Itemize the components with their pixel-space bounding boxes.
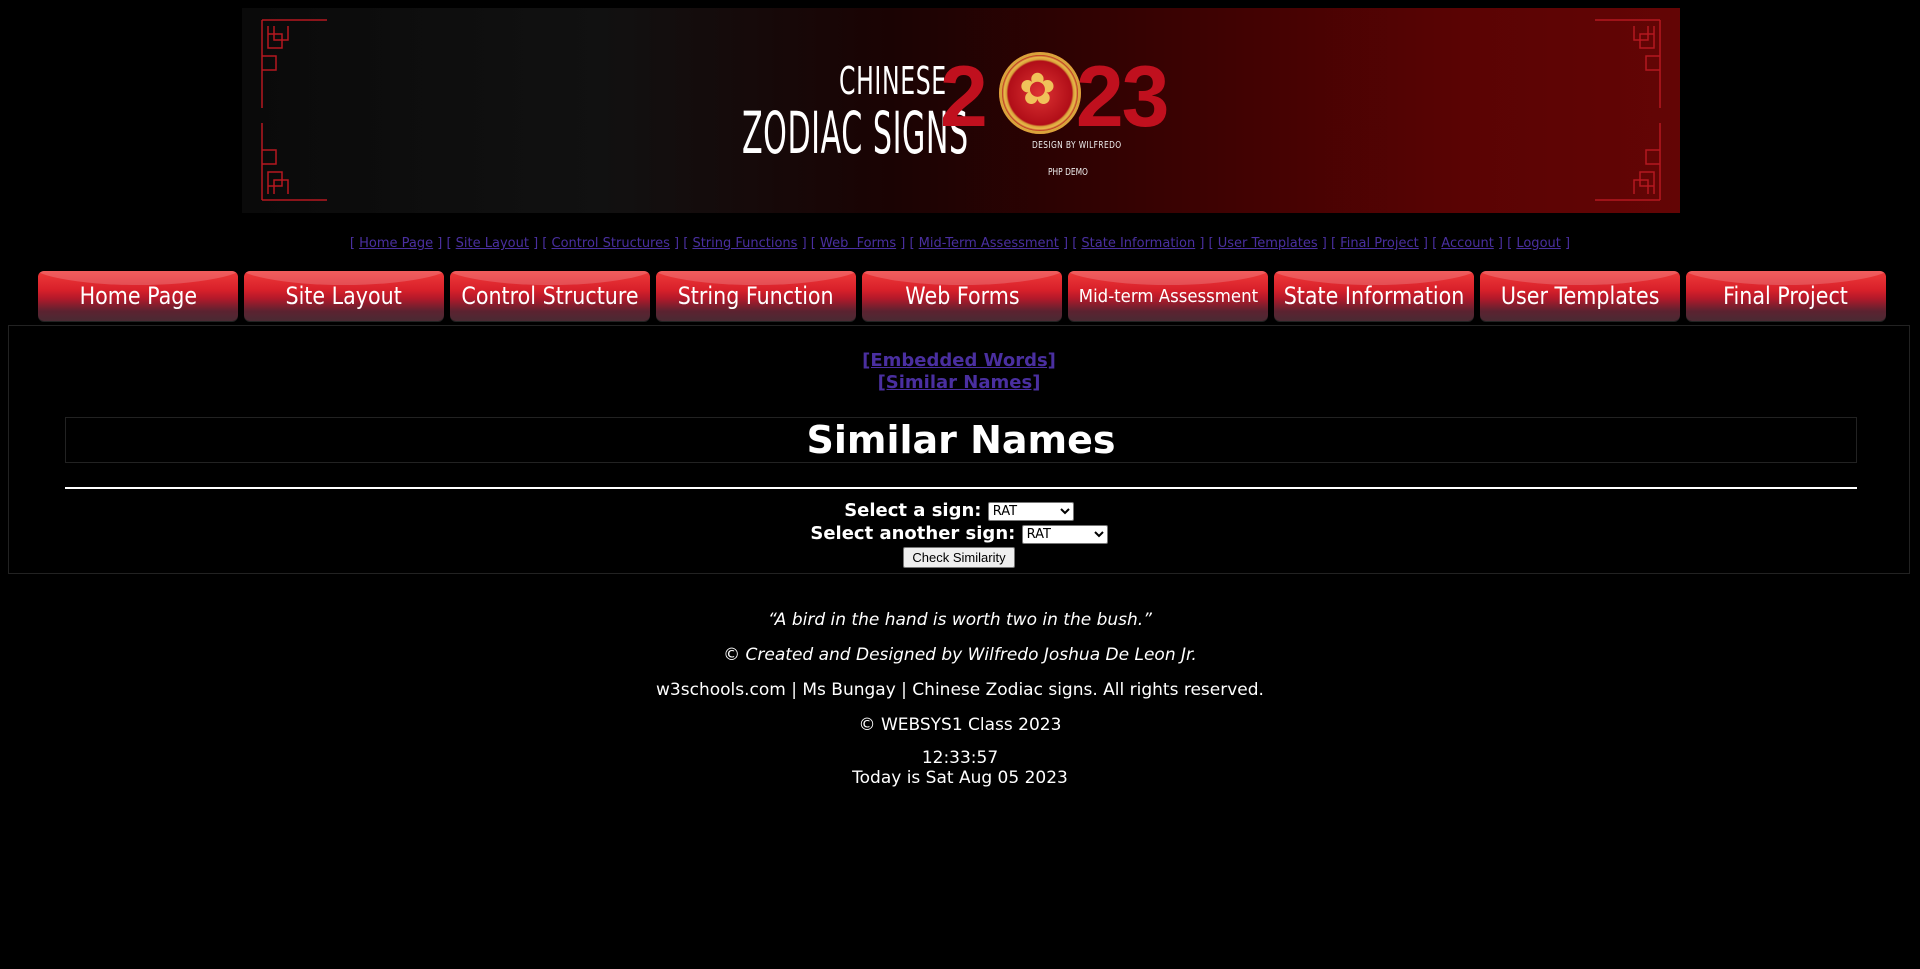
main-content: [Embedded Words] [Similar Names] Similar… — [8, 325, 1910, 574]
nav-button-home-page[interactable]: Home Page — [38, 271, 238, 321]
textnav-mid-term-assessment[interactable]: Mid-Term Assessment — [919, 236, 1059, 251]
nav-button-user-templates[interactable]: User Templates — [1480, 271, 1680, 321]
nav-button-string-function[interactable]: String Function — [656, 271, 856, 321]
divider — [65, 487, 1857, 489]
sign-select-1[interactable]: RAT — [987, 501, 1074, 521]
textnav-string-functions[interactable]: String Functions — [692, 236, 797, 251]
text-link-nav: [ Home Page ] [ Site Layout ] [ Control … — [349, 236, 1571, 251]
textnav-user-templates[interactable]: User Templates — [1218, 236, 1318, 251]
footer: “A bird in the hand is worth two in the … — [0, 608, 1920, 788]
select-sign-label: Select a sign: — [844, 500, 982, 521]
nav-button-final-project[interactable]: Final Project — [1686, 271, 1886, 321]
header-banner: CHINESE ZODIAC SIGNS 2 23 ✿ DESIGN BY WIL… — [242, 8, 1680, 213]
footer-time: 12:33:57 — [921, 748, 999, 768]
nav-button-label: User Templates — [1500, 282, 1660, 310]
page: CHINESE ZODIAC SIGNS 2 23 ✿ DESIGN BY WIL… — [0, 0, 1920, 969]
link-similar-names[interactable]: [Similar Names] — [878, 372, 1041, 393]
banner-title-line1: CHINESE — [839, 59, 947, 103]
footer-credits: w3schools.com | Ms Bungay | Chinese Zodi… — [656, 680, 1264, 700]
textnav-control-structures[interactable]: Control Structures — [552, 236, 670, 251]
rabbit-medallion-icon: ✿ — [999, 52, 1081, 134]
textnav-account[interactable]: Account — [1441, 236, 1494, 251]
link-embedded-words[interactable]: [Embedded Words] — [862, 350, 1056, 371]
nav-button-label: Site Layout — [285, 282, 403, 310]
nav-button-label: Mid-term Assessment — [1078, 285, 1258, 307]
nav-button-label: Home Page — [79, 282, 197, 310]
banner-demo-label: PHP DEMO — [1048, 167, 1088, 178]
select-another-sign-label: Select another sign: — [810, 523, 1016, 544]
check-similarity-button[interactable]: Check Similarity — [903, 547, 1015, 568]
footer-quote: “A bird in the hand is worth two in the … — [768, 610, 1152, 630]
button-nav: Home Page Site Layout Control Structure … — [38, 271, 1886, 321]
nav-button-control-structure[interactable]: Control Structure — [450, 271, 650, 321]
textnav-home-page[interactable]: Home Page — [359, 236, 433, 251]
nav-button-label: State Information — [1283, 282, 1465, 310]
footer-created-by: © Created and Designed by Wilfredo Joshu… — [723, 645, 1197, 665]
banner-title-line2: ZODIAC SIGNS — [742, 99, 969, 167]
nav-button-site-layout[interactable]: Site Layout — [244, 271, 444, 321]
textnav-site-layout[interactable]: Site Layout — [456, 236, 529, 251]
banner-credit: DESIGN BY WILFREDO — [1032, 140, 1122, 151]
page-title: Similar Names — [806, 418, 1116, 462]
nav-button-mid-term-assessment[interactable]: Mid-term Assessment — [1068, 271, 1268, 321]
textnav-web-forms[interactable]: Web Forms — [820, 236, 896, 251]
nav-button-label: Final Project — [1723, 282, 1849, 310]
textnav-final-project[interactable]: Final Project — [1340, 236, 1419, 251]
nav-button-state-information[interactable]: State Information — [1274, 271, 1474, 321]
nav-button-web-forms[interactable]: Web Forms — [862, 271, 1062, 321]
nav-button-label: String Function — [678, 282, 834, 310]
textnav-logout[interactable]: Logout — [1516, 236, 1561, 251]
nav-button-label: Web Forms — [904, 282, 1020, 310]
banner-year-two: 2 — [940, 49, 988, 145]
sub-links: [Embedded Words] [Similar Names] — [9, 350, 1909, 394]
textnav-state-information[interactable]: State Information — [1081, 236, 1195, 251]
footer-class: © WEBSYS1 Class 2023 — [858, 715, 1062, 735]
page-title-box: Similar Names — [65, 417, 1857, 463]
sign-select-2[interactable]: RAT — [1021, 524, 1108, 544]
banner-year-rest: 23 — [1075, 49, 1170, 145]
footer-date: Today is Sat Aug 05 2023 — [852, 768, 1068, 788]
nav-button-label: Control Structure — [461, 282, 639, 310]
similarity-form: Select a sign: RAT Select another sign: … — [9, 499, 1909, 568]
